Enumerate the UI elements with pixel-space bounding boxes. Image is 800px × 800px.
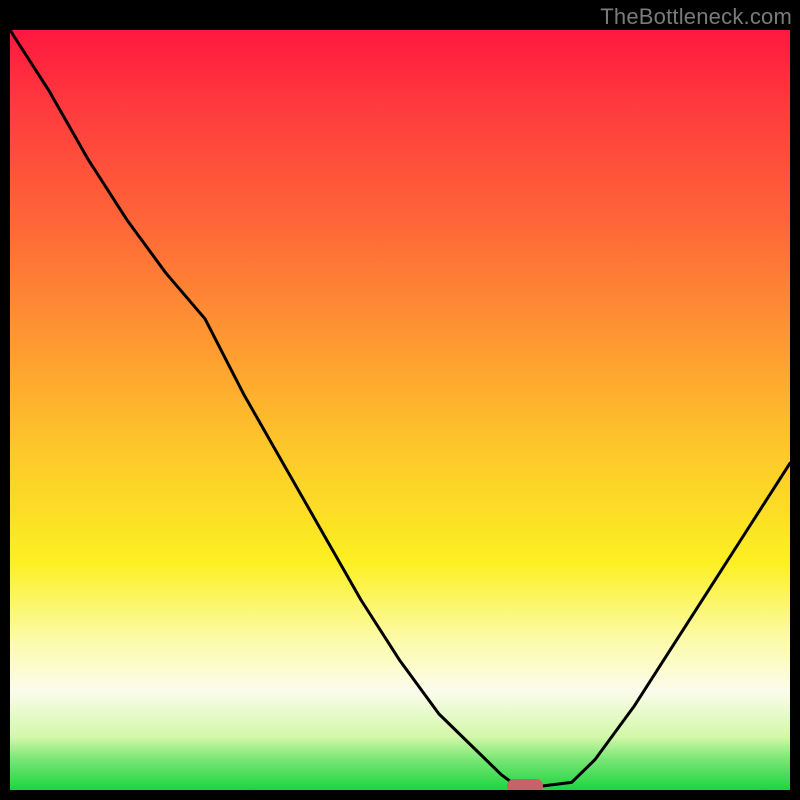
source-credit: TheBottleneck.com xyxy=(600,4,792,30)
plot-area xyxy=(10,30,790,790)
optimal-marker xyxy=(507,779,543,790)
chart-frame: TheBottleneck.com xyxy=(0,0,800,800)
gradient-background xyxy=(10,30,790,790)
